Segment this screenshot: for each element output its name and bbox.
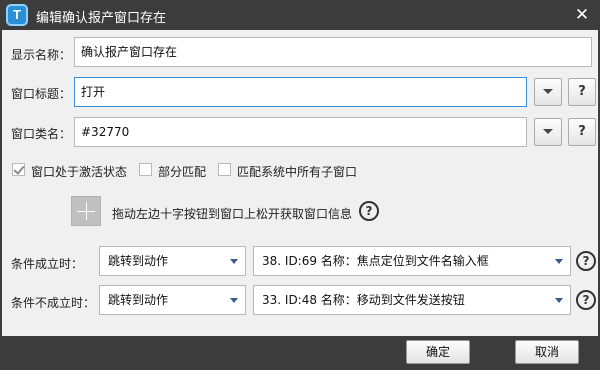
app-logo-letter: T	[13, 7, 21, 22]
chevron-down-icon	[230, 298, 238, 303]
chevron-down-icon	[555, 298, 563, 303]
window-title-input[interactable]: 打开	[74, 77, 527, 107]
window-class-help-button[interactable]: ?	[568, 118, 596, 146]
dialog-body: 显示名称： 确认报产窗口存在 窗口标题： 打开 ? 窗口类名： #32770 ?…	[2, 30, 598, 336]
drag-help-icon[interactable]: ?	[359, 201, 379, 221]
condition-false-target-select[interactable]: 33. ID:48 名称：移动到文件发送按钮	[253, 285, 571, 315]
crosshair-drag-icon[interactable]	[71, 196, 101, 226]
condition-true-label: 条件成立时：	[11, 257, 84, 271]
condition-true-target-value: 38. ID:69 名称：焦点定位到文件名输入框	[262, 254, 489, 268]
condition-true-action-select[interactable]: 跳转到动作	[99, 246, 246, 276]
checkbox-window-active[interactable]	[12, 163, 25, 176]
display-name-label: 显示名称：	[11, 48, 72, 62]
condition-false-action-value: 跳转到动作	[108, 293, 169, 307]
title-bar: T 编辑确认报产窗口存在 ✕	[0, 0, 600, 30]
chevron-down-icon	[230, 259, 238, 264]
checkbox-window-active-label: 窗口处于激活状态	[31, 165, 128, 179]
checkbox-match-all-children[interactable]	[218, 163, 231, 176]
window-title-help-button[interactable]: ?	[568, 78, 596, 106]
chevron-down-icon	[555, 259, 563, 264]
checkbox-partial-match[interactable]	[139, 163, 152, 176]
chevron-down-icon	[543, 89, 553, 94]
window-class-dropdown-button[interactable]	[534, 118, 562, 146]
condition-false-action-select[interactable]: 跳转到动作	[99, 285, 246, 315]
condition-false-target-value: 33. ID:48 名称：移动到文件发送按钮	[262, 293, 465, 307]
condition-false-label: 条件不成立时：	[11, 296, 96, 310]
close-icon[interactable]: ✕	[572, 5, 592, 25]
display-name-input[interactable]: 确认报产窗口存在	[74, 37, 592, 67]
condition-true-help-icon[interactable]: ?	[576, 251, 596, 271]
window-title-dropdown-button[interactable]	[534, 78, 562, 106]
edit-dialog: T 编辑确认报产窗口存在 ✕ 显示名称： 确认报产窗口存在 窗口标题： 打开 ?…	[0, 0, 600, 370]
checkbox-partial-match-label: 部分匹配	[158, 165, 207, 179]
condition-true-action-value: 跳转到动作	[108, 254, 169, 268]
window-title-label: 窗口标题：	[11, 87, 72, 101]
chevron-down-icon	[543, 129, 553, 134]
drag-hint-text: 拖动左边十字按钮到窗口上松开获取窗口信息	[112, 207, 353, 221]
condition-false-help-icon[interactable]: ?	[576, 290, 596, 310]
dialog-footer: 确定 取消	[0, 336, 600, 370]
dialog-title: 编辑确认报产窗口存在	[36, 11, 167, 26]
window-class-input[interactable]: #32770	[74, 117, 527, 147]
condition-true-target-select[interactable]: 38. ID:69 名称：焦点定位到文件名输入框	[253, 246, 571, 276]
cancel-button[interactable]: 取消	[515, 340, 579, 364]
ok-button[interactable]: 确定	[406, 340, 470, 364]
checkbox-match-all-children-label: 匹配系统中所有子窗口	[237, 165, 358, 179]
app-logo-icon: T	[6, 4, 28, 26]
window-class-label: 窗口类名：	[11, 127, 72, 141]
